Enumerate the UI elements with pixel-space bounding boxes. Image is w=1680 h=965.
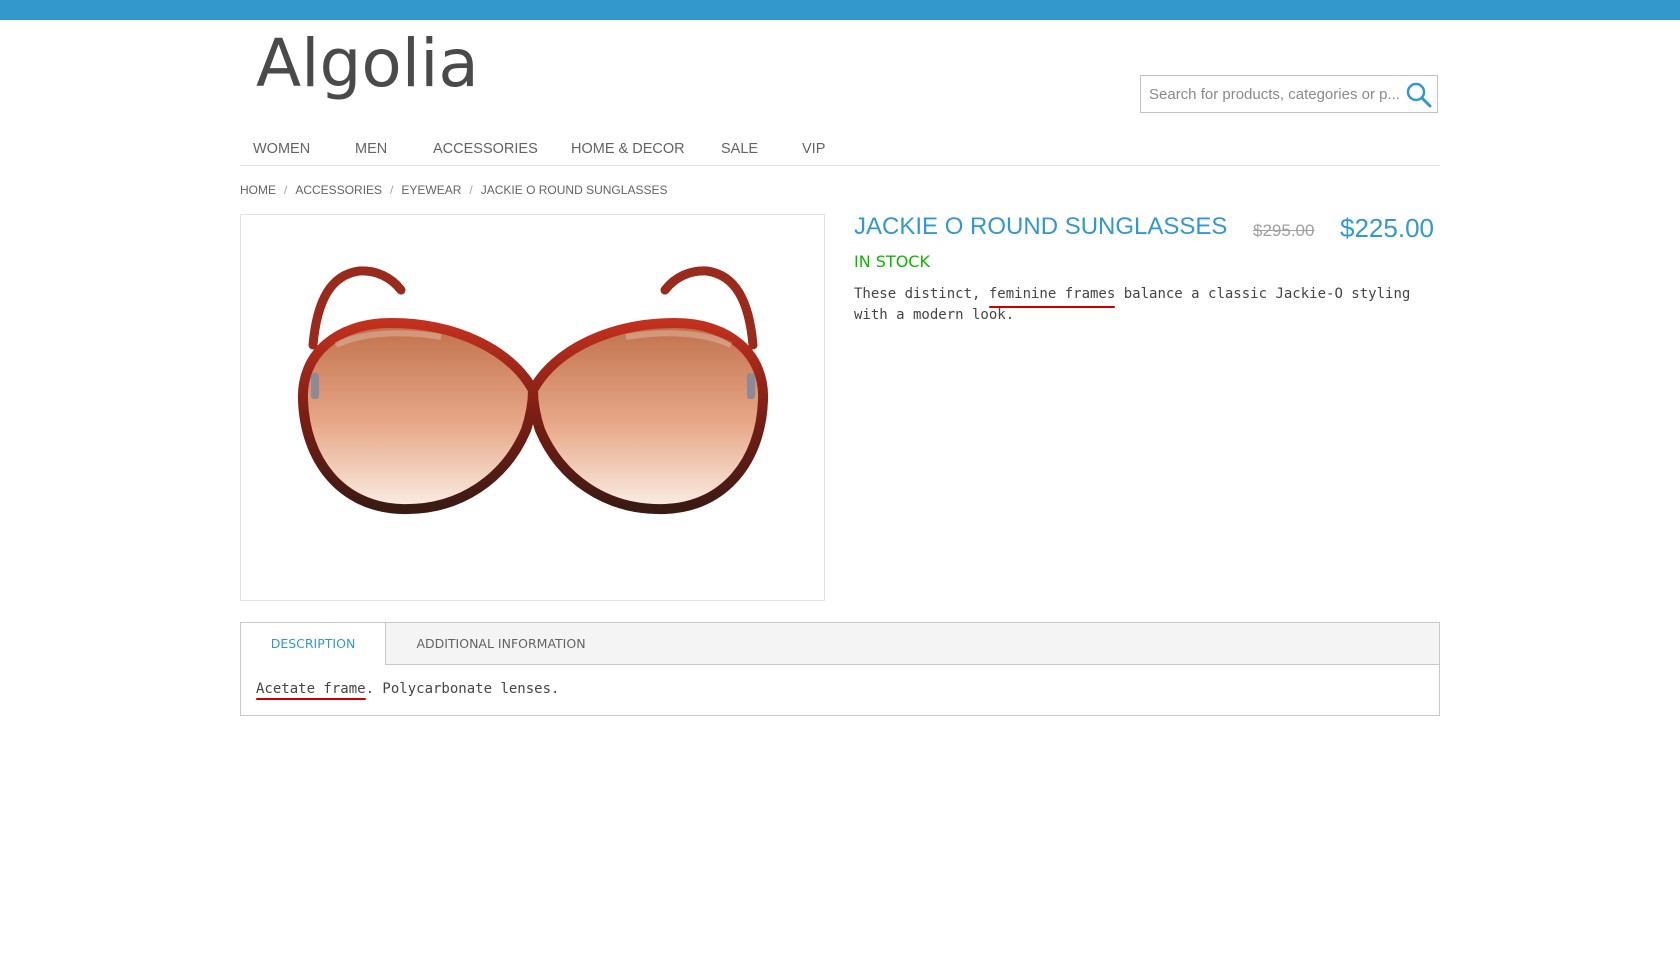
product-image-container bbox=[240, 214, 825, 601]
description-highlight: feminine frames bbox=[988, 284, 1116, 308]
breadcrumb-separator: / bbox=[390, 183, 394, 197]
tab-additional-information[interactable]: ADDITIONAL INFORMATION bbox=[386, 623, 616, 664]
breadcrumb-separator: / bbox=[469, 183, 473, 197]
tab-bar: DESCRIPTION ADDITIONAL INFORMATION bbox=[241, 623, 1439, 665]
breadcrumb-eyewear[interactable]: EYEWEAR bbox=[401, 183, 461, 197]
product-tabs: DESCRIPTION ADDITIONAL INFORMATION Aceta… bbox=[240, 622, 1440, 716]
nav-item-men[interactable]: MEN bbox=[355, 141, 387, 157]
tab-content-description: Acetate frame. Polycarbonate lenses. bbox=[256, 681, 560, 700]
breadcrumb-separator: / bbox=[284, 183, 288, 197]
top-accent-bar bbox=[0, 0, 1680, 20]
search-icon[interactable] bbox=[1405, 81, 1433, 109]
content-text: . Polycarbonate lenses. bbox=[365, 681, 560, 697]
main-nav: WOMEN MEN ACCESSORIES HOME & DECOR SALE … bbox=[240, 135, 1440, 166]
breadcrumb-accessories[interactable]: ACCESSORIES bbox=[295, 183, 382, 197]
breadcrumb-current: JACKIE O ROUND SUNGLASSES bbox=[480, 183, 668, 197]
product-image-sunglasses[interactable] bbox=[241, 215, 824, 600]
product-short-description: These distinct, feminine frames balance … bbox=[854, 284, 1439, 326]
tab-description[interactable]: DESCRIPTION bbox=[241, 623, 386, 665]
search-input[interactable] bbox=[1141, 76, 1399, 112]
description-text: These distinct, bbox=[854, 286, 989, 302]
product-title: JACKIE O ROUND SUNGLASSES bbox=[854, 213, 1228, 240]
nav-item-sale[interactable]: SALE bbox=[721, 141, 758, 157]
store-logo[interactable]: Algolia bbox=[256, 25, 506, 112]
old-price: $295.00 bbox=[1253, 221, 1315, 240]
breadcrumb-home[interactable]: HOME bbox=[240, 183, 276, 197]
algolia-logo: Algolia bbox=[256, 25, 479, 102]
product-price: $225.00 bbox=[1340, 213, 1434, 243]
content-highlight: Acetate frame bbox=[256, 681, 366, 700]
logo-text: Algolia bbox=[256, 28, 479, 102]
nav-item-accessories[interactable]: ACCESSORIES bbox=[433, 141, 538, 157]
nav-item-vip[interactable]: VIP bbox=[802, 141, 825, 157]
stock-status: IN STOCK bbox=[854, 252, 930, 271]
nav-item-home-decor[interactable]: HOME & DECOR bbox=[571, 141, 685, 157]
search-box bbox=[1140, 75, 1438, 113]
breadcrumb: HOME / ACCESSORIES / EYEWEAR / JACKIE O ROUND … bbox=[240, 183, 667, 197]
nav-item-women[interactable]: WOMEN bbox=[253, 141, 310, 157]
